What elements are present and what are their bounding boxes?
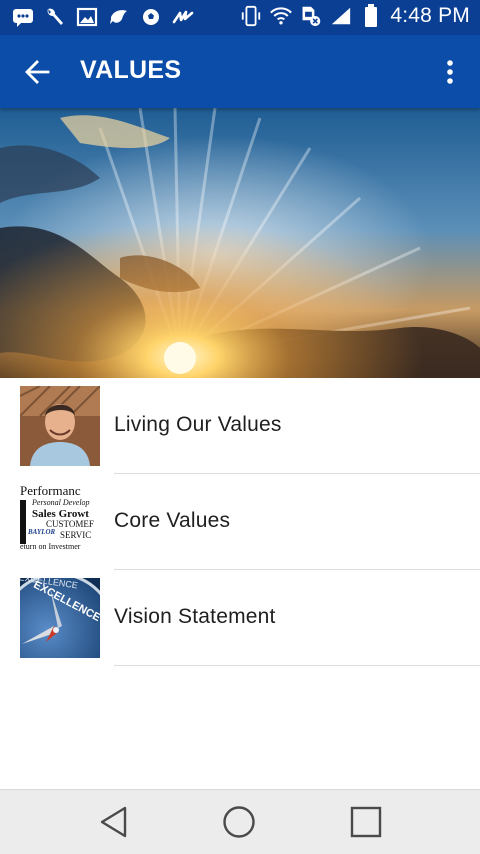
back-arrow-icon: [25, 60, 50, 84]
app-bar: VALUES: [0, 35, 480, 108]
nav-back-button[interactable]: [95, 804, 131, 840]
system-navigation-bar: [0, 789, 480, 854]
nav-recents-button[interactable]: [348, 804, 384, 840]
back-triangle-icon: [100, 806, 127, 838]
word-cloud-text: Personal Develop: [31, 498, 90, 507]
battery-icon: [360, 4, 382, 27]
back-button[interactable]: [18, 53, 56, 91]
sim-icon: [300, 5, 322, 27]
list-item-label: Living Our Values: [114, 413, 282, 436]
image-icon: [76, 6, 98, 28]
recents-square-icon: [350, 806, 382, 838]
word-cloud-thumbnail: Performanc Personal Develop Sales Growt …: [20, 482, 100, 562]
word-cloud-text: SERVIC: [60, 530, 91, 540]
list-item-vision-statement[interactable]: EXCELLENCE EXCELLENCE Vision Statement: [0, 570, 480, 666]
wifi-icon: [270, 5, 293, 27]
wrench-icon: [44, 6, 66, 28]
divider: [114, 665, 480, 666]
message-icon: [12, 6, 34, 28]
word-cloud-text: BAYLOR: [27, 528, 56, 536]
home-circle-icon: [223, 806, 255, 838]
list-item-label: Core Values: [114, 509, 231, 532]
values-list: Living Our Values Performanc Personal De…: [0, 378, 480, 666]
overflow-menu-button[interactable]: [438, 53, 462, 91]
status-time: 4:48 PM: [390, 4, 470, 27]
more-vert-icon: [447, 60, 453, 84]
page-title: VALUES: [80, 56, 182, 84]
status-bar: 4:48 PM: [0, 0, 480, 35]
list-item-core-values[interactable]: Performanc Personal Develop Sales Growt …: [0, 474, 480, 570]
soccer-icon: [140, 6, 162, 28]
signal-icon: [330, 5, 352, 27]
signature-icon: [172, 6, 194, 28]
word-cloud-text: Performanc: [20, 483, 81, 498]
word-cloud-text: eturn on Investmer: [20, 542, 81, 551]
list-item-living-our-values[interactable]: Living Our Values: [0, 378, 480, 474]
compass-thumbnail: EXCELLENCE EXCELLENCE: [20, 578, 100, 658]
bird-icon: [108, 6, 130, 28]
vibrate-icon: [240, 5, 262, 27]
portrait-thumbnail: [20, 386, 100, 466]
hero-sunburst-image: [0, 108, 480, 378]
list-item-label: Vision Statement: [114, 605, 276, 628]
nav-home-button[interactable]: [221, 804, 257, 840]
